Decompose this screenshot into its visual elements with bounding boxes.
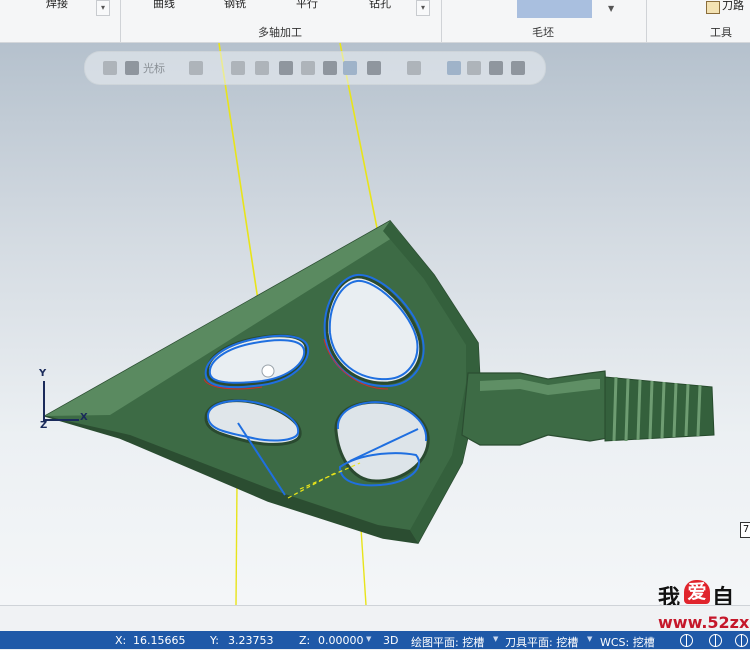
triad-x-axis bbox=[43, 419, 79, 421]
hidden-line-view-icon[interactable] bbox=[323, 61, 337, 75]
tool-plane-dropdown-icon[interactable]: ▼ bbox=[587, 635, 592, 643]
axis-move-icon[interactable] bbox=[189, 61, 203, 75]
stock-dropdown-icon[interactable]: ▼ bbox=[608, 4, 614, 13]
x-coordinate-label: X: bbox=[115, 634, 127, 647]
globe-icon[interactable] bbox=[709, 634, 722, 647]
solid-view-icon[interactable] bbox=[255, 61, 269, 75]
steel-mill-button[interactable]: 钢铣 bbox=[224, 0, 246, 11]
watermark-char: 自 bbox=[712, 586, 735, 605]
regenerate-icon[interactable] bbox=[511, 61, 525, 75]
tool-axis-line bbox=[235, 482, 238, 605]
axis-triad: Y X Z bbox=[36, 366, 96, 431]
view-mode-toggle[interactable]: 3D bbox=[383, 634, 398, 647]
box-select-icon[interactable] bbox=[367, 61, 381, 75]
drill-button[interactable]: 钻孔 bbox=[369, 0, 391, 11]
y-coordinate-label: Y: bbox=[210, 634, 219, 647]
ribbon-divider bbox=[646, 0, 647, 42]
level-icon[interactable] bbox=[407, 61, 421, 75]
sphere-view-icon[interactable] bbox=[343, 61, 357, 75]
verify-icon[interactable] bbox=[467, 61, 481, 75]
globe-icon[interactable] bbox=[680, 634, 693, 647]
group-title-tools: 工具 bbox=[710, 26, 732, 39]
wcs-selector[interactable]: WCS: 挖槽 bbox=[600, 634, 655, 650]
triad-z-label: Z bbox=[40, 420, 48, 431]
triad-y-label: Y bbox=[39, 368, 47, 379]
pointer-icon[interactable] bbox=[231, 61, 245, 75]
plane-dropdown-icon[interactable]: ▼ bbox=[493, 635, 498, 643]
move-gizmo-icon bbox=[261, 364, 275, 378]
group-title-stock: 毛坯 bbox=[532, 26, 554, 39]
multiaxis-dropdown-arrow[interactable]: ▾ bbox=[416, 0, 430, 16]
watermark-url: www.52zx bbox=[658, 613, 750, 632]
cursor-mode-label[interactable]: 光标 bbox=[143, 60, 165, 76]
toolpath-label: 刀路 bbox=[722, 0, 744, 12]
x-coordinate-value: 16.15665 bbox=[133, 634, 186, 647]
tool-plane-selector[interactable]: 刀具平面: 挖槽 bbox=[505, 634, 578, 650]
toolpath-view-icon[interactable] bbox=[447, 61, 461, 75]
z-coordinate-label: Z: bbox=[299, 634, 311, 647]
z-coordinate-value: 0.00000 bbox=[318, 634, 364, 647]
watermark-logo: 我 爱 自 bbox=[658, 580, 750, 605]
shaded-view-icon[interactable] bbox=[279, 61, 293, 75]
curve-button[interactable]: 曲线 bbox=[153, 0, 175, 11]
quick-view-toolbar: 光标 bbox=[84, 51, 546, 85]
weld-button[interactable]: 焊接 bbox=[46, 0, 68, 11]
watermark-corner-badge: 7 bbox=[740, 522, 750, 538]
triad-y-axis bbox=[43, 381, 45, 421]
triad-x-label: X bbox=[80, 412, 88, 423]
y-coordinate-value: 3.23753 bbox=[228, 634, 274, 647]
ribbon-divider bbox=[441, 0, 442, 42]
model-scene bbox=[43, 43, 715, 605]
watermark-char: 我 bbox=[658, 586, 681, 605]
z-dropdown-icon[interactable]: ▼ bbox=[366, 635, 371, 643]
wireframe-view-icon[interactable] bbox=[301, 61, 315, 75]
graphics-viewport[interactable]: 光标 Y X Z 我 爱 自 bbox=[0, 43, 750, 605]
cursor-select-icon[interactable] bbox=[125, 61, 139, 75]
lock-icon[interactable] bbox=[103, 61, 117, 75]
watermark-heart: 爱 bbox=[684, 580, 710, 604]
construction-plane-selector[interactable]: 绘图平面: 挖槽 bbox=[411, 634, 484, 650]
status-bar: X: 16.15665 Y: 3.23753 Z: 0.00000 ▼ 3D 绘… bbox=[0, 631, 750, 649]
toolpath-button[interactable]: 刀路 bbox=[706, 0, 750, 14]
ribbon-divider bbox=[120, 0, 121, 42]
ribbon: 焊接 ▾ 曲线 钢铣 平行 钻孔 ▾ 多轴加工 ▼ 毛坯 刀路 工具 bbox=[0, 0, 750, 43]
simulate-icon[interactable] bbox=[489, 61, 503, 75]
group-title-multiaxis: 多轴加工 bbox=[258, 26, 302, 39]
pocket-lower-right bbox=[334, 400, 430, 483]
globe-icon[interactable] bbox=[735, 634, 748, 647]
parallel-button[interactable]: 平行 bbox=[296, 0, 318, 11]
stock-swatch[interactable] bbox=[517, 0, 592, 18]
toolpath-icon bbox=[706, 1, 720, 14]
horizontal-scrollbar[interactable] bbox=[0, 605, 750, 632]
weld-dropdown-arrow[interactable]: ▾ bbox=[96, 0, 110, 16]
